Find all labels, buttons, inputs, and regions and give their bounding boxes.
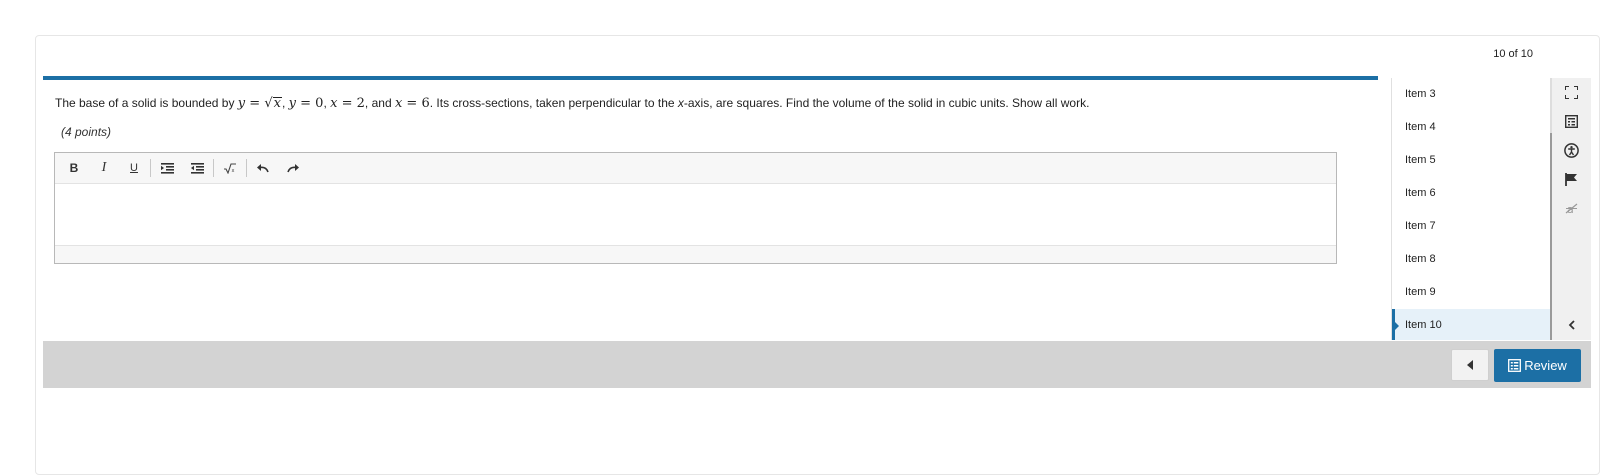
review-button[interactable]: Review [1494, 349, 1581, 382]
footer-bar [43, 341, 1591, 388]
strikethrough-button[interactable]: a [1552, 194, 1591, 223]
bold-button[interactable]: B [59, 156, 89, 180]
item-counter: 10 of 10 [1493, 48, 1533, 60]
indent-icon [160, 162, 174, 174]
toolbar-divider [150, 159, 151, 177]
indent-button[interactable] [152, 156, 182, 180]
svg-text:x: x [232, 168, 235, 174]
fullscreen-button[interactable] [1552, 78, 1591, 107]
item-link-6[interactable]: Item 6 [1392, 177, 1551, 210]
flag-button[interactable] [1552, 165, 1591, 194]
accessibility-button[interactable] [1552, 136, 1591, 165]
item-link-9[interactable]: Item 9 [1392, 276, 1551, 309]
answer-editor: B I U x [54, 152, 1337, 264]
underline-button[interactable]: U [119, 156, 149, 180]
collapse-panel-button[interactable] [1552, 314, 1591, 336]
question-text: The base of a solid is bounded by y = √x… [55, 96, 1090, 111]
outdent-icon [190, 162, 204, 174]
review-button-label: Review [1524, 358, 1567, 373]
toolbar-divider [246, 159, 247, 177]
item-link-10[interactable]: Item 10 [1392, 309, 1551, 340]
points-label: (4 points) [61, 125, 112, 139]
progress-bar [43, 76, 1378, 80]
chevron-left-icon [1568, 320, 1575, 330]
item-link-3[interactable]: Item 3 [1392, 78, 1551, 111]
redo-icon [287, 164, 299, 173]
strikethrough-icon: a [1565, 203, 1578, 215]
item-navigation-list: Item 3 Item 4 Item 5 Item 6 Item 7 Item … [1391, 78, 1551, 340]
editor-text-area[interactable] [55, 184, 1336, 245]
accessibility-icon [1564, 143, 1579, 158]
undo-button[interactable] [248, 156, 278, 180]
fullscreen-icon [1565, 86, 1578, 99]
item-link-7[interactable]: Item 7 [1392, 210, 1551, 243]
calculator-button[interactable] [1552, 107, 1591, 136]
italic-button[interactable]: I [89, 156, 119, 180]
review-list-icon [1508, 359, 1522, 372]
item-link-4[interactable]: Item 4 [1392, 111, 1551, 144]
caret-left-icon [1466, 360, 1473, 370]
math-expression: y = √x [237, 96, 282, 111]
redo-button[interactable] [278, 156, 308, 180]
question-intro: The base of a solid is bounded by [55, 96, 238, 110]
editor-status-bar [55, 245, 1336, 263]
tools-panel: a [1552, 78, 1591, 340]
editor-toolbar: B I U x [55, 153, 1336, 184]
item-link-8[interactable]: Item 8 [1392, 243, 1551, 276]
item-link-5[interactable]: Item 5 [1392, 144, 1551, 177]
previous-button[interactable] [1451, 349, 1489, 381]
flag-icon [1565, 173, 1577, 186]
outdent-button[interactable] [182, 156, 212, 180]
toolbar-divider [213, 159, 214, 177]
calculator-icon [1565, 115, 1578, 128]
math-editor-button[interactable]: x [215, 156, 245, 180]
undo-icon [257, 164, 269, 173]
sqrt-icon: x [224, 162, 236, 174]
